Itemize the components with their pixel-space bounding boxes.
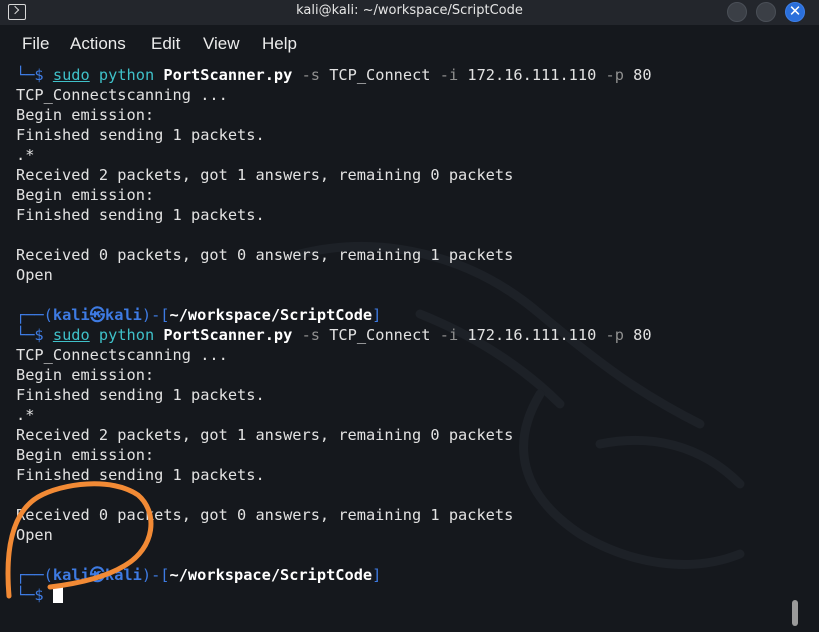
command-line: └─$ sudo python PortScanner.py -s TCP_Co… — [16, 326, 652, 344]
output-line: Finished sending 1 packets. — [16, 126, 265, 144]
output-line: Received 2 packets, got 1 answers, remai… — [16, 166, 514, 184]
output-line: Begin emission: — [16, 106, 155, 124]
prompt-header: ┌──(kali㉿kali)-[~/workspace/ScriptCode] — [16, 566, 382, 584]
output-line: Begin emission: — [16, 446, 155, 464]
output-line: Finished sending 1 packets. — [16, 466, 265, 484]
output-line: .* — [16, 146, 35, 164]
output-line: Received 0 packets, got 0 answers, remai… — [16, 246, 514, 264]
window-title: kali@kali: ~/workspace/ScriptCode — [296, 3, 523, 18]
terminal-output[interactable]: └─$ sudo python PortScanner.py -s TCP_Co… — [0, 64, 819, 632]
maximize-icon[interactable] — [756, 2, 776, 22]
title-bar[interactable]: kali@kali: ~/workspace/ScriptCode ✕ — [0, 0, 819, 25]
input-line[interactable]: └─$ — [16, 585, 63, 605]
menu-actions[interactable]: Actions — [70, 34, 126, 54]
menu-help[interactable]: Help — [262, 34, 297, 54]
terminal-window: kali@kali: ~/workspace/ScriptCode ✕ File… — [0, 0, 819, 632]
text-cursor — [52, 585, 63, 603]
scrollbar[interactable] — [792, 600, 798, 626]
menu-file[interactable]: File — [22, 34, 49, 54]
output-line: .* — [16, 406, 35, 424]
output-line: TCP_Connectscanning ... — [16, 86, 228, 104]
menu-bar: File Actions Edit View Help — [0, 25, 819, 64]
command-line: └─$ sudo python PortScanner.py -s TCP_Co… — [16, 66, 652, 84]
output-line: Finished sending 1 packets. — [16, 206, 265, 224]
output-line: Received 0 packets, got 0 answers, remai… — [16, 506, 514, 524]
minimize-icon[interactable] — [727, 2, 747, 22]
output-line: Begin emission: — [16, 366, 155, 384]
prompt-header: ┌──(kali㉿kali)-[~/workspace/ScriptCode] — [16, 306, 382, 324]
menu-edit[interactable]: Edit — [151, 34, 180, 54]
close-icon[interactable]: ✕ — [785, 2, 805, 22]
output-line: Begin emission: — [16, 186, 155, 204]
output-line: Open — [16, 266, 53, 284]
output-line: TCP_Connectscanning ... — [16, 346, 228, 364]
output-line: Open — [16, 526, 53, 544]
output-line: Received 2 packets, got 1 answers, remai… — [16, 426, 514, 444]
output-line: Finished sending 1 packets. — [16, 386, 265, 404]
menu-view[interactable]: View — [203, 34, 240, 54]
